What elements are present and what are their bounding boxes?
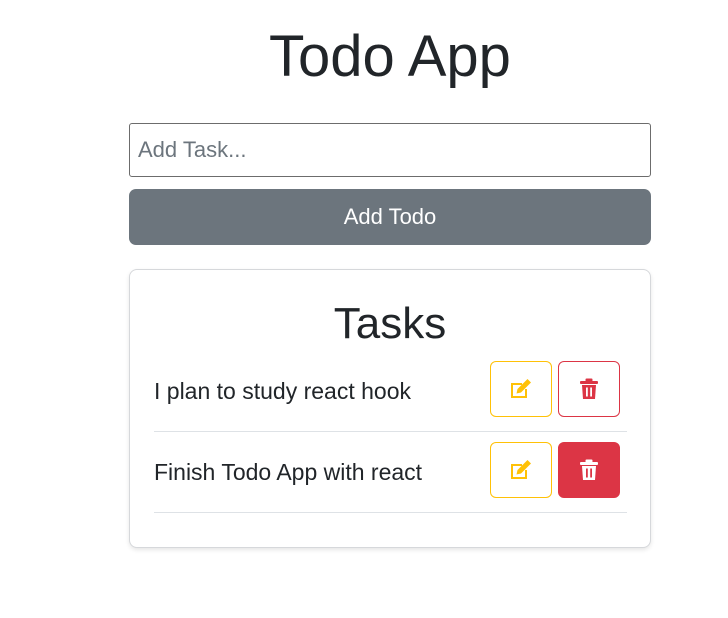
edit-icon <box>509 459 533 481</box>
add-todo-button[interactable]: Add Todo <box>129 189 651 245</box>
trash-icon <box>579 459 599 481</box>
task-text: I plan to study react hook <box>154 378 411 404</box>
tasks-heading: Tasks <box>333 299 447 348</box>
edit-task-button[interactable] <box>490 361 552 417</box>
page-title: Todo App <box>269 24 511 89</box>
task-item: Finish Todo App with react <box>154 432 627 513</box>
tasks-card: Tasks I plan to study react hook Finish … <box>129 269 651 548</box>
add-task-input[interactable] <box>129 123 651 177</box>
task-item: I plan to study react hook <box>154 351 627 432</box>
edit-task-button[interactable] <box>490 442 552 498</box>
todo-app: Todo App Add Todo Tasks I plan to study … <box>0 0 728 618</box>
task-text: Finish Todo App with react <box>154 459 423 485</box>
delete-task-button[interactable] <box>558 361 620 417</box>
delete-task-button[interactable] <box>558 442 620 498</box>
trash-icon <box>579 378 599 400</box>
edit-icon <box>509 378 533 400</box>
